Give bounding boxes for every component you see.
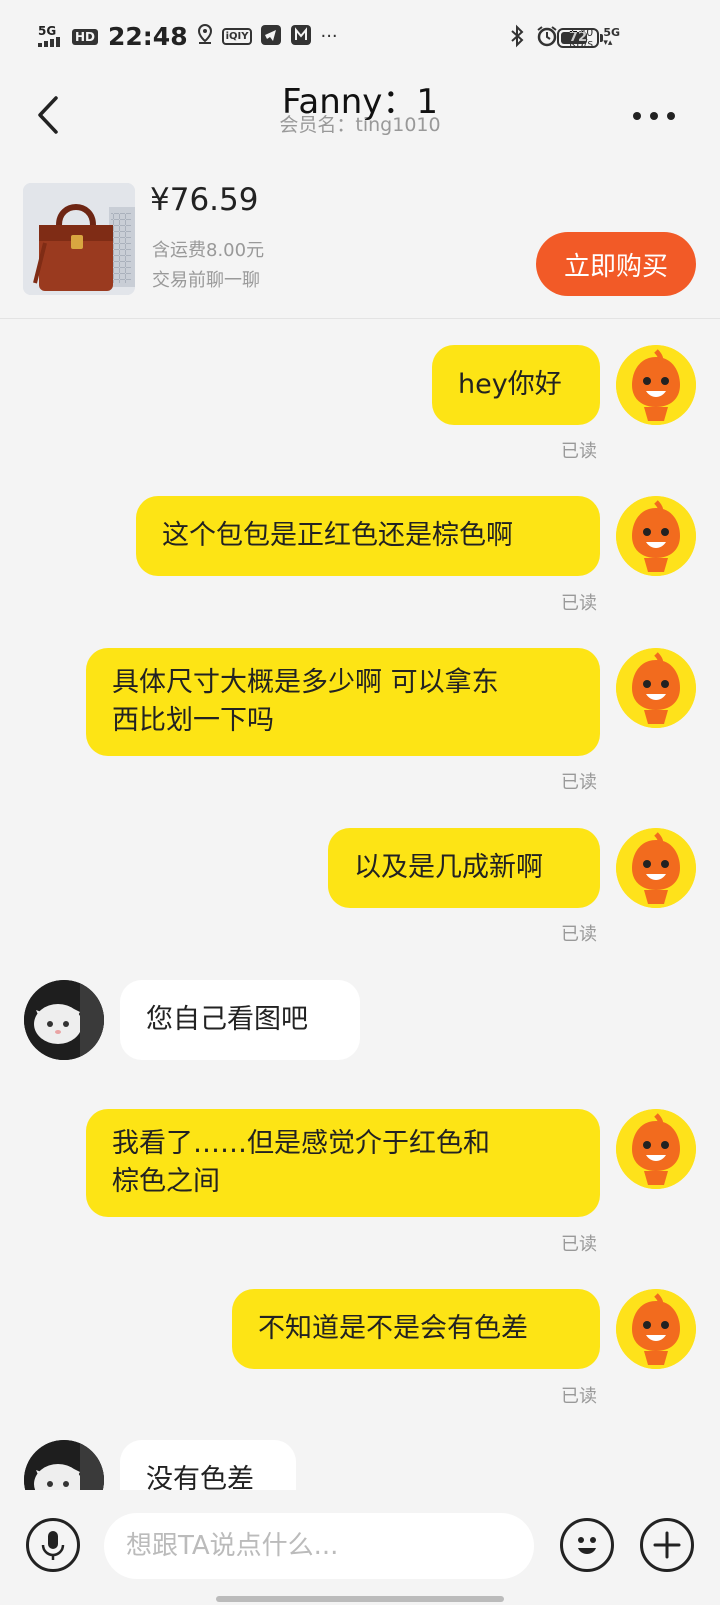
- microphone-icon: [41, 1531, 65, 1560]
- status-left: 5G HD 22:48 iQIY ···: [38, 22, 338, 51]
- alarm-icon: [535, 24, 559, 52]
- my-avatar[interactable]: [616, 496, 696, 576]
- shipping-fee: 含运费8.00元: [152, 240, 265, 261]
- product-card[interactable]: ¥76.59 含运费8.00元 交易前聊一聊 立即购买: [0, 160, 720, 319]
- read-status: 已读: [561, 924, 597, 945]
- more-status-icon: ···: [320, 26, 338, 47]
- chat-header: Fanny：1 会员名：ting1010: [0, 70, 720, 160]
- signal-icon: 5G: [38, 24, 64, 47]
- message-bubble-sent[interactable]: hey你好: [432, 345, 600, 425]
- hd-badge: HD: [72, 28, 99, 45]
- more-button[interactable]: [630, 100, 680, 130]
- telegram-icon: [260, 24, 282, 50]
- my-avatar[interactable]: [616, 828, 696, 908]
- seller-avatar[interactable]: [24, 1440, 104, 1490]
- message-bubble-sent[interactable]: 我看了……但是感觉介于红色和 棕色之间: [86, 1109, 600, 1217]
- message-bubble-sent[interactable]: 不知道是不是会有色差: [232, 1289, 600, 1369]
- network-type: 5G: [38, 24, 57, 38]
- video-app-icon: [290, 24, 312, 50]
- home-indicator[interactable]: [216, 1596, 504, 1602]
- message-bubble-sent[interactable]: 以及是几成新啊: [328, 828, 600, 908]
- message-bubble-sent[interactable]: 这个包包是正红色还是棕色啊: [136, 496, 600, 576]
- product-price: ¥76.59: [150, 182, 259, 218]
- emoji-icon: [578, 1537, 596, 1554]
- product-image[interactable]: [23, 183, 135, 295]
- network-5g-icon: 5G ▾▴: [603, 26, 620, 48]
- message-bubble-sent[interactable]: 具体尺寸大概是多少啊 可以拿东 西比划一下吗: [86, 648, 600, 756]
- message-clip: 没有色差: [0, 1440, 720, 1490]
- location-icon: [196, 23, 214, 50]
- my-avatar[interactable]: [616, 1109, 696, 1189]
- message-bubble-received[interactable]: 没有色差: [120, 1440, 296, 1490]
- my-avatar[interactable]: [616, 648, 696, 728]
- iqiyi-icon: iQIY: [221, 28, 253, 45]
- my-avatar[interactable]: [616, 1289, 696, 1369]
- emoji-button[interactable]: [560, 1518, 614, 1572]
- member-name: 会员名：ting1010: [279, 114, 441, 136]
- seller-avatar[interactable]: [24, 980, 104, 1060]
- plus-icon: [653, 1531, 681, 1559]
- input-bar: [0, 1490, 720, 1605]
- read-status: 已读: [561, 1386, 597, 1407]
- message-input[interactable]: [104, 1513, 534, 1579]
- voice-button[interactable]: [26, 1518, 80, 1572]
- bluetooth-icon: [509, 24, 525, 52]
- message-bubble-received[interactable]: 您自己看图吧: [120, 980, 360, 1060]
- my-avatar[interactable]: [616, 345, 696, 425]
- clock: 22:48: [108, 22, 188, 51]
- read-status: 已读: [561, 772, 597, 793]
- chat-hint: 交易前聊一聊: [152, 270, 260, 291]
- more-actions-button[interactable]: [640, 1518, 694, 1572]
- read-status: 已读: [561, 593, 597, 614]
- read-status: 已读: [561, 441, 597, 462]
- battery-level: 72: [568, 30, 588, 45]
- buy-now-button[interactable]: 立即购买: [536, 232, 696, 296]
- read-status: 已读: [561, 1234, 597, 1255]
- battery-icon: 72: [557, 28, 599, 48]
